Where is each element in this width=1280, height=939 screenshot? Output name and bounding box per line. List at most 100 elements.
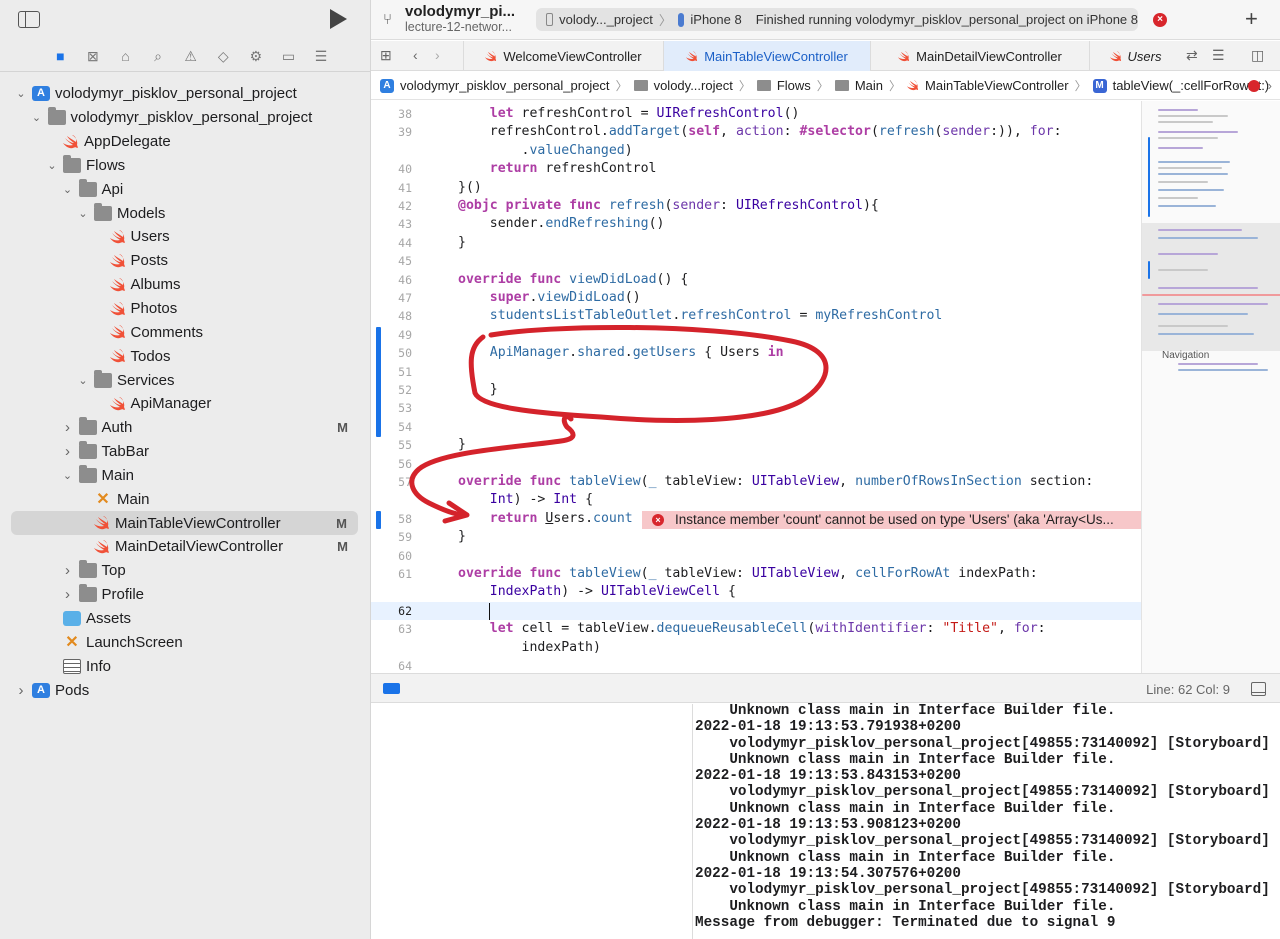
navigator-item[interactable]: ⌄ Avolodymyr_pisklov_personal_project xyxy=(0,82,370,106)
project-title[interactable]: volodymyr_pi... xyxy=(405,3,515,20)
code-line[interactable]: 63 let cell = tableView.dequeueReusableC… xyxy=(371,620,1141,638)
code-line[interactable]: 50 ApiManager.shared.getUsers { Users in xyxy=(371,344,1141,362)
chevron-right-icon[interactable]: › xyxy=(61,562,75,579)
device-selector[interactable]: iPhone 8 xyxy=(690,12,741,27)
navigator-item[interactable]: Users xyxy=(0,225,370,249)
navigator-item[interactable]: › Top xyxy=(0,559,370,583)
line-number[interactable]: 47 xyxy=(371,289,412,307)
code-line[interactable]: 61 override func tableView(_ tableView: U… xyxy=(371,565,1141,583)
back-arrow-icon[interactable]: ‹ xyxy=(413,47,418,63)
code-line[interactable]: Int) -> Int { xyxy=(371,491,1141,509)
branch-name[interactable]: lecture-12-networ... xyxy=(405,20,512,34)
jumpbar-item[interactable]: Main xyxy=(855,78,883,93)
line-number[interactable]: 55 xyxy=(371,436,412,454)
navigator-item[interactable]: ⌄ Models xyxy=(0,201,370,225)
swap-icon[interactable]: ⇄ xyxy=(1186,47,1198,64)
project-navigator-icon[interactable]: ■ xyxy=(44,44,77,68)
navigator-item[interactable]: MainTableViewController M xyxy=(11,511,358,536)
code-line[interactable]: 64 xyxy=(371,657,1141,673)
line-number[interactable]: 41 xyxy=(371,179,412,197)
navigator-item[interactable]: ✕ Main xyxy=(0,487,370,511)
navigator-item[interactable]: ⌄ Main xyxy=(0,464,370,488)
chevron-down-icon[interactable]: ⌄ xyxy=(76,207,90,220)
test-navigator-icon[interactable]: ◇ xyxy=(207,44,240,68)
issue-navigator-icon[interactable]: ⚠ xyxy=(174,44,207,68)
jumpbar-item[interactable]: volodymyr_pisklov_personal_project xyxy=(400,78,610,93)
navigator-item[interactable]: ✕ LaunchScreen xyxy=(0,630,370,654)
line-number[interactable]: 38 xyxy=(371,105,412,123)
line-number[interactable]: 39 xyxy=(371,123,412,141)
code-line[interactable]: 49 xyxy=(371,326,1141,344)
find-navigator-icon[interactable]: ⌕ xyxy=(142,44,175,68)
error-count-icon[interactable]: × xyxy=(1153,13,1167,27)
line-number[interactable]: 56 xyxy=(371,455,412,473)
line-number[interactable]: 48 xyxy=(371,307,412,325)
code-line[interactable]: 45 xyxy=(371,252,1141,270)
navigator-item[interactable]: MainDetailViewController M xyxy=(0,535,370,559)
code-line[interactable]: 51 xyxy=(371,363,1141,381)
previous-issue-icon[interactable]: ‹ xyxy=(1235,78,1239,93)
code-line[interactable]: 43 sender.endRefreshing() xyxy=(371,215,1141,233)
console-output[interactable]: Unknown class main in Interface Builder … xyxy=(695,703,1280,931)
code-line[interactable]: IndexPath) -> UITableViewCell { xyxy=(371,583,1141,601)
chevron-right-icon[interactable]: › xyxy=(61,443,75,460)
breakpoints-toggle-icon[interactable] xyxy=(383,683,400,694)
navigator-item[interactable]: ⌄ Flows xyxy=(0,154,370,178)
navigator-item[interactable]: › Auth M xyxy=(0,416,370,440)
chevron-right-icon[interactable]: › xyxy=(61,586,75,603)
navigator-item[interactable]: Assets xyxy=(0,607,370,631)
code-line[interactable]: 44} xyxy=(371,234,1141,252)
code-line[interactable]: .valueChanged) xyxy=(371,142,1141,160)
line-number[interactable]: 42 xyxy=(371,197,412,215)
chevron-down-icon[interactable]: ⌄ xyxy=(76,374,90,387)
chevron-right-icon[interactable]: › xyxy=(14,682,28,699)
navigator-item[interactable]: Posts xyxy=(0,249,370,273)
line-number[interactable]: 44 xyxy=(371,234,412,252)
navigator-item[interactable]: ApiManager xyxy=(0,392,370,416)
navigator-item[interactable]: › Profile xyxy=(0,583,370,607)
code-line[interactable]: indexPath) xyxy=(371,639,1141,657)
variables-view[interactable] xyxy=(371,704,693,939)
code-line[interactable]: 57 override func tableView(_ tableView: U… xyxy=(371,473,1141,491)
line-number[interactable]: 59 xyxy=(371,528,412,546)
add-icon[interactable]: + xyxy=(1245,6,1258,32)
code-line[interactable]: 38 let refreshControl = UIRefreshControl… xyxy=(371,105,1141,123)
code-line[interactable]: 41}() xyxy=(371,179,1141,197)
line-number[interactable]: 45 xyxy=(371,252,412,270)
navigator-item[interactable]: Todos xyxy=(0,344,370,368)
code-line[interactable]: 40 return refreshControl xyxy=(371,160,1141,178)
split-editor-icon[interactable]: ◫ xyxy=(1251,47,1264,64)
line-number[interactable]: 62 xyxy=(371,602,412,620)
navigator-item[interactable]: Info xyxy=(0,654,370,678)
source-control-navigator-icon[interactable]: ⊠ xyxy=(77,44,110,68)
code-line[interactable]: 62 xyxy=(371,601,1141,621)
navigator-item[interactable]: Comments xyxy=(0,320,370,344)
line-number[interactable]: 61 xyxy=(371,565,412,583)
line-number[interactable]: 46 xyxy=(371,271,412,289)
forward-arrow-icon[interactable]: › xyxy=(435,47,440,63)
run-button[interactable] xyxy=(330,9,347,29)
report-navigator-icon[interactable]: ☰ xyxy=(305,44,338,68)
line-number[interactable]: 60 xyxy=(371,547,412,565)
jumpbar-item[interactable]: volody...roject xyxy=(654,78,733,93)
navigator-item[interactable]: › TabBar xyxy=(0,440,370,464)
navigator-item[interactable]: ⌄ volodymyr_pisklov_personal_project xyxy=(0,106,370,130)
sidebar-toggle-icon[interactable] xyxy=(18,11,40,28)
chevron-down-icon[interactable]: ⌄ xyxy=(30,111,44,124)
code-line[interactable]: 42 @objc private func refresh(sender: UIR… xyxy=(371,197,1141,215)
breakpoint-navigator-icon[interactable]: ▭ xyxy=(272,44,305,68)
code-line[interactable]: 47 super.viewDidLoad() xyxy=(371,289,1141,307)
navigator-item[interactable]: › A Pods xyxy=(0,678,370,702)
tab-main-detail-view-controller[interactable]: MainDetailViewController xyxy=(870,41,1089,71)
chevron-down-icon[interactable]: ⌄ xyxy=(45,159,59,172)
navigator-item[interactable]: ⌄ Services xyxy=(0,368,370,392)
code-line[interactable]: 59} xyxy=(371,528,1141,546)
code-line[interactable]: 55} xyxy=(371,436,1141,454)
line-number[interactable]: 63 xyxy=(371,620,412,638)
code-line[interactable]: 52 } xyxy=(371,381,1141,399)
tab-users[interactable]: Users xyxy=(1089,41,1181,71)
navigator-item[interactable]: AppDelegate xyxy=(0,130,370,154)
code-line[interactable]: 56 xyxy=(371,455,1141,473)
navigator-item[interactable]: Photos xyxy=(0,297,370,321)
line-number[interactable]: 64 xyxy=(371,657,412,673)
